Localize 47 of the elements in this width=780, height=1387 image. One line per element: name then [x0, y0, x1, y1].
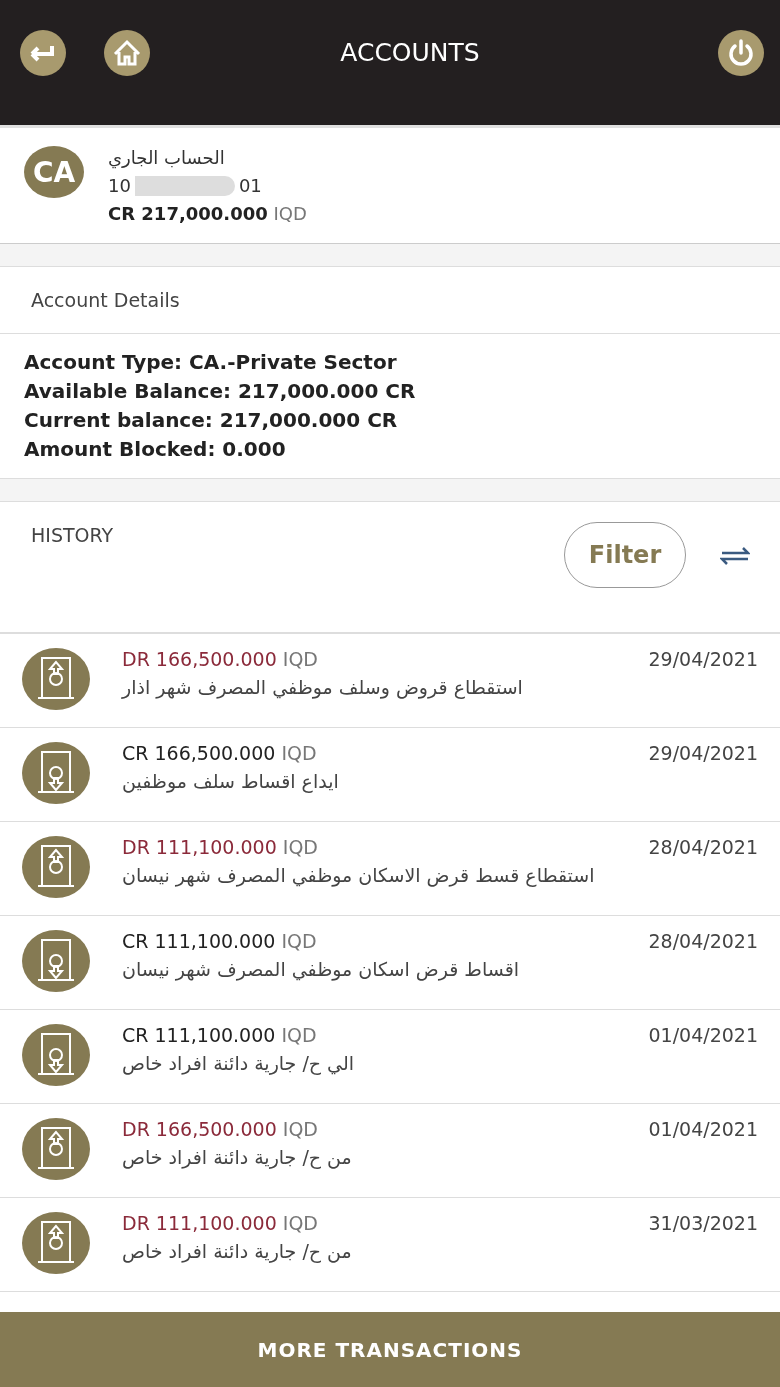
- transaction-amount: DR 111,100.000 IQD: [122, 836, 319, 858]
- transaction-date: 31/03/2021: [648, 1212, 758, 1234]
- money-transfer-icon: [22, 742, 90, 804]
- section-title: Account Details: [0, 267, 780, 334]
- back-icon[interactable]: [20, 30, 66, 76]
- account-balance: CR 217,000.000: [108, 203, 268, 224]
- transaction-description: استقطاع قروض وسلف موظفي المصرف شهر اذار: [122, 676, 524, 698]
- transaction-amount: DR 166,500.000 IQD: [122, 648, 319, 670]
- account-name: الحساب الجاري: [108, 146, 226, 171]
- transaction-date: 29/04/2021: [648, 648, 758, 670]
- detail-line: Available Balance: 217,000.000 CR: [24, 378, 417, 405]
- detail-line: Amount Blocked: 0.000: [24, 436, 287, 463]
- transaction-description: اقساط قرض اسكان موظفي المصرف شهر نيسان: [122, 958, 521, 980]
- transaction-date: 01/04/2021: [648, 1024, 758, 1046]
- transaction-amount: DR 166,500.000 IQD: [122, 1118, 319, 1140]
- currency: IQD: [273, 203, 307, 224]
- transaction-amount: CR 111,100.000 IQD: [122, 1024, 318, 1046]
- money-transfer-icon: [22, 1024, 90, 1086]
- transaction-date: 28/04/2021: [648, 836, 758, 858]
- detail-line: Account Type: CA.-Private Sector: [24, 349, 398, 376]
- money-transfer-icon: [22, 836, 90, 898]
- screen-title: ACCOUNTS: [339, 37, 481, 67]
- detail-line: Current balance: 217,000.000 CR: [24, 407, 399, 434]
- transaction-amount: CR 111,100.000 IQD: [122, 930, 318, 952]
- transaction-description: استقطاع قسط قرض الاسكان موظفي المصرف شهر نيسان: [122, 864, 596, 886]
- transaction-description: ايداع اقساط سلف موظفين: [122, 770, 340, 792]
- transaction-description: من ح/ جارية دائنة افراد خاص: [122, 1240, 353, 1262]
- transaction-description: الي ح/ جارية دائنة افراد خاص: [122, 1052, 355, 1074]
- power-icon[interactable]: [718, 30, 764, 76]
- account-number-end: 01: [238, 174, 262, 198]
- transaction-description: من ح/ جارية دائنة افراد خاص: [122, 1146, 353, 1168]
- transaction-date: 01/04/2021: [648, 1118, 758, 1140]
- account-number-start: 10: [108, 174, 131, 198]
- transaction-date: 29/04/2021: [648, 742, 758, 764]
- money-transfer-icon: [22, 1212, 90, 1274]
- money-transfer-icon: [22, 1118, 90, 1180]
- money-transfer-icon: [22, 930, 90, 992]
- section-title: HISTORY: [31, 523, 115, 548]
- filter-button[interactable]: Filter: [564, 522, 686, 588]
- transaction-date: 28/04/2021: [648, 930, 758, 952]
- sort-icon[interactable]: [720, 546, 750, 566]
- transaction-amount: DR 111,100.000 IQD: [122, 1212, 319, 1234]
- transaction-amount: CR 166,500.000 IQD: [122, 742, 318, 764]
- more-transactions-button[interactable]: MORE TRANSACTIONS: [0, 1312, 780, 1387]
- home-icon[interactable]: [104, 30, 150, 76]
- account-badge: CA: [24, 146, 84, 198]
- money-transfer-icon: [22, 648, 90, 710]
